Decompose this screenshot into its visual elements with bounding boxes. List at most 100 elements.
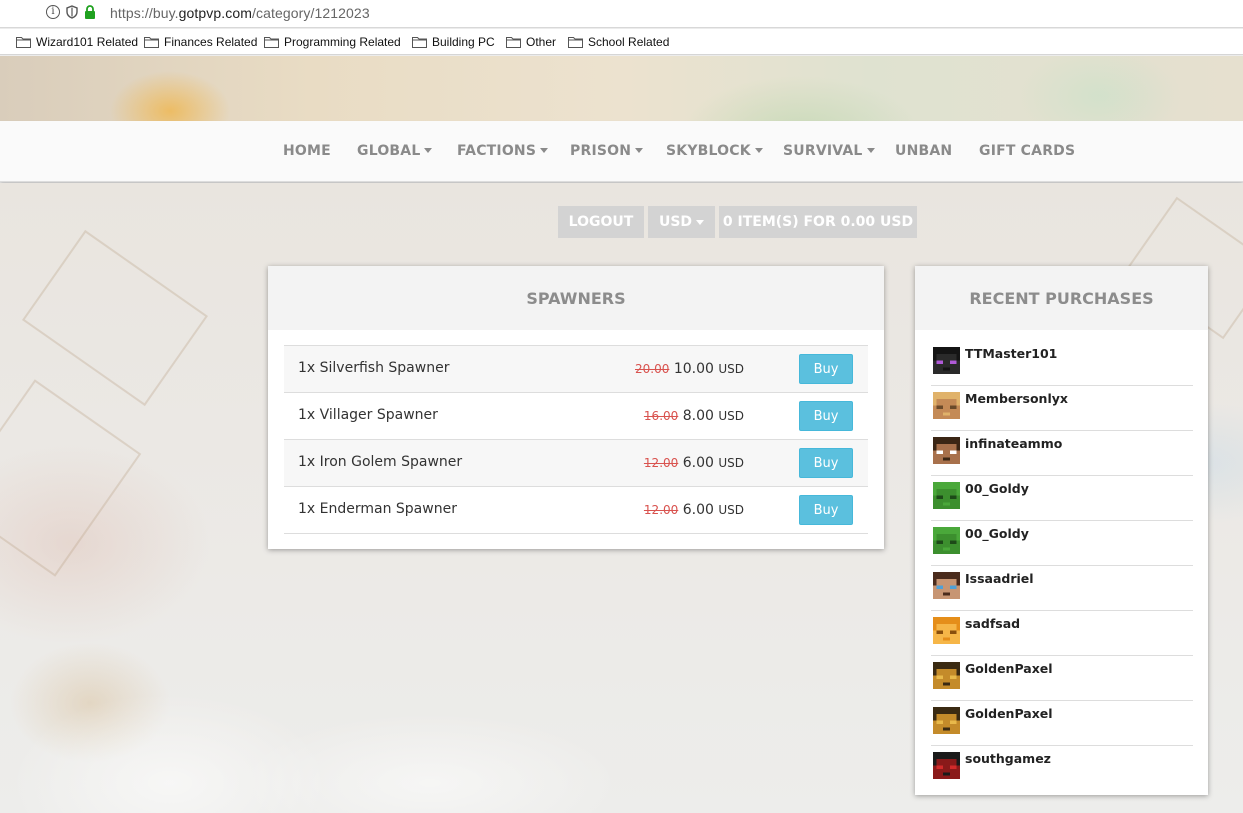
recent-purchases-panel: RECENT PURCHASES TTMaster101 Membersonlyx… bbox=[915, 266, 1208, 795]
avatar bbox=[933, 527, 960, 554]
recent-purchase-item: 00_Goldy bbox=[931, 476, 1193, 521]
chevron-down-icon bbox=[866, 148, 875, 153]
background-decoration bbox=[0, 379, 142, 577]
nav-survival[interactable]: SURVIVAL bbox=[783, 143, 875, 159]
chevron-down-icon bbox=[540, 148, 549, 153]
avatar bbox=[933, 707, 960, 734]
old-price: 16.00 bbox=[643, 409, 679, 423]
purchaser-name: 00_Goldy bbox=[965, 481, 1029, 496]
nav-factions[interactable]: FACTIONS bbox=[457, 143, 549, 159]
bookmark-finances[interactable]: Finances Related bbox=[144, 35, 257, 49]
folder-icon bbox=[144, 36, 159, 48]
recent-purchase-item: infinateammo bbox=[931, 431, 1193, 476]
current-price: 6.00 bbox=[682, 455, 714, 471]
nav-unban[interactable]: UNBAN bbox=[895, 143, 952, 159]
cart-button[interactable]: 0 ITEM(S) FOR 0.00 USD bbox=[719, 206, 917, 238]
currency-label: USD bbox=[718, 409, 744, 423]
avatar bbox=[933, 437, 960, 464]
purchaser-name: Membersonlyx bbox=[965, 391, 1068, 406]
lock-icon bbox=[84, 5, 96, 19]
product-price: 20.00 10.00 USD bbox=[635, 361, 744, 377]
bookmark-building-pc[interactable]: Building PC bbox=[412, 35, 495, 49]
product-price: 16.00 8.00 USD bbox=[644, 408, 744, 424]
folder-icon bbox=[568, 36, 583, 48]
product-name: 1x Villager Spawner bbox=[298, 407, 438, 423]
bookmark-label: Wizard101 Related bbox=[36, 35, 139, 49]
product-list: 1x Silverfish Spawner 20.00 10.00 USD Bu… bbox=[284, 345, 868, 534]
category-title: SPAWNERS bbox=[268, 266, 884, 330]
product-row: 1x Villager Spawner 16.00 8.00 USD Buy bbox=[284, 393, 868, 440]
bookmark-programming[interactable]: Programming Related bbox=[264, 35, 401, 49]
recent-purchase-item: GoldenPaxel bbox=[931, 701, 1193, 746]
nav-global[interactable]: GLOBAL bbox=[357, 143, 433, 159]
nav-gift-cards[interactable]: GIFT CARDS bbox=[979, 143, 1075, 159]
bookmark-label: Other bbox=[526, 35, 557, 49]
product-row: 1x Enderman Spawner 12.00 6.00 USD Buy bbox=[284, 487, 868, 534]
purchaser-name: GoldenPaxel bbox=[965, 706, 1053, 721]
current-price: 10.00 bbox=[673, 361, 714, 377]
old-price: 12.00 bbox=[643, 456, 679, 470]
purchaser-name: southgamez bbox=[965, 751, 1051, 766]
folder-icon bbox=[412, 36, 427, 48]
category-panel: SPAWNERS 1x Silverfish Spawner 20.00 10.… bbox=[268, 266, 884, 549]
avatar bbox=[933, 752, 960, 779]
avatar bbox=[933, 347, 960, 374]
avatar bbox=[933, 572, 960, 599]
purchaser-name: infinateammo bbox=[965, 436, 1063, 451]
chevron-down-icon bbox=[696, 219, 705, 225]
avatar bbox=[933, 482, 960, 509]
address-bar[interactable]: i https://buy.gotpvp.com/category/121202… bbox=[0, 0, 1243, 28]
bookmark-school[interactable]: School Related bbox=[568, 35, 669, 49]
purchaser-name: Issaadriel bbox=[965, 571, 1034, 586]
recent-purchase-item: sadfsad bbox=[931, 611, 1193, 656]
nav-skyblock[interactable]: SKYBLOCK bbox=[666, 143, 763, 159]
product-name: 1x Silverfish Spawner bbox=[298, 360, 450, 376]
purchaser-name: TTMaster101 bbox=[965, 346, 1058, 361]
info-icon[interactable]: i bbox=[46, 5, 60, 19]
background-decoration bbox=[22, 229, 208, 407]
product-price: 12.00 6.00 USD bbox=[644, 502, 744, 518]
avatar bbox=[933, 662, 960, 689]
bookmark-wizard101[interactable]: Wizard101 Related bbox=[16, 35, 138, 49]
recent-purchase-item: Membersonlyx bbox=[931, 386, 1193, 431]
product-name: 1x Enderman Spawner bbox=[298, 501, 457, 517]
currency-label: USD bbox=[718, 503, 744, 517]
bookmark-label: Programming Related bbox=[284, 35, 401, 49]
buy-button[interactable]: Buy bbox=[799, 354, 853, 384]
product-row: 1x Iron Golem Spawner 12.00 6.00 USD Buy bbox=[284, 440, 868, 487]
bookmark-label: Building PC bbox=[432, 35, 495, 49]
logout-button[interactable]: LOGOUT bbox=[558, 206, 644, 238]
currency-label: USD bbox=[718, 456, 744, 470]
old-price: 20.00 bbox=[635, 362, 670, 376]
nav-home[interactable]: HOME bbox=[283, 143, 331, 159]
purchaser-name: GoldenPaxel bbox=[965, 661, 1053, 676]
purchaser-name: 00_Goldy bbox=[965, 526, 1029, 541]
recent-purchases-list: TTMaster101 Membersonlyx infinateammo 00_Go… bbox=[931, 341, 1193, 791]
chevron-down-icon bbox=[754, 148, 763, 153]
product-name: 1x Iron Golem Spawner bbox=[298, 454, 463, 470]
old-price: 12.00 bbox=[643, 503, 679, 517]
bookmark-other[interactable]: Other bbox=[506, 35, 556, 49]
currency-label: USD bbox=[718, 362, 744, 376]
buy-button[interactable]: Buy bbox=[799, 448, 853, 478]
bookmark-truncated[interactable]: d bbox=[0, 35, 1, 49]
recent-purchase-item: southgamez bbox=[931, 746, 1193, 791]
buy-button[interactable]: Buy bbox=[799, 495, 853, 525]
main-nav: HOME GLOBAL FACTIONS PRISON SKYBLOCK SUR… bbox=[0, 121, 1243, 182]
current-price: 8.00 bbox=[682, 408, 714, 424]
recent-purchase-item: GoldenPaxel bbox=[931, 656, 1193, 701]
purchaser-name: sadfsad bbox=[965, 616, 1021, 631]
shield-icon[interactable] bbox=[66, 5, 78, 19]
buy-button[interactable]: Buy bbox=[799, 401, 853, 431]
product-row: 1x Silverfish Spawner 20.00 10.00 USD Bu… bbox=[284, 346, 868, 393]
folder-icon bbox=[506, 36, 521, 48]
current-price: 6.00 bbox=[682, 502, 714, 518]
url-text[interactable]: https://buy.gotpvp.com/category/1212023 bbox=[110, 5, 370, 21]
bookmark-label: Finances Related bbox=[164, 35, 258, 49]
bookmark-label: School Related bbox=[588, 35, 670, 49]
bookmarks-bar: d Wizard101 Related Finances Related Pro… bbox=[0, 29, 1243, 55]
currency-dropdown[interactable]: USD bbox=[648, 206, 715, 238]
product-price: 12.00 6.00 USD bbox=[644, 455, 744, 471]
nav-prison[interactable]: PRISON bbox=[570, 143, 644, 159]
chevron-down-icon bbox=[635, 148, 644, 153]
